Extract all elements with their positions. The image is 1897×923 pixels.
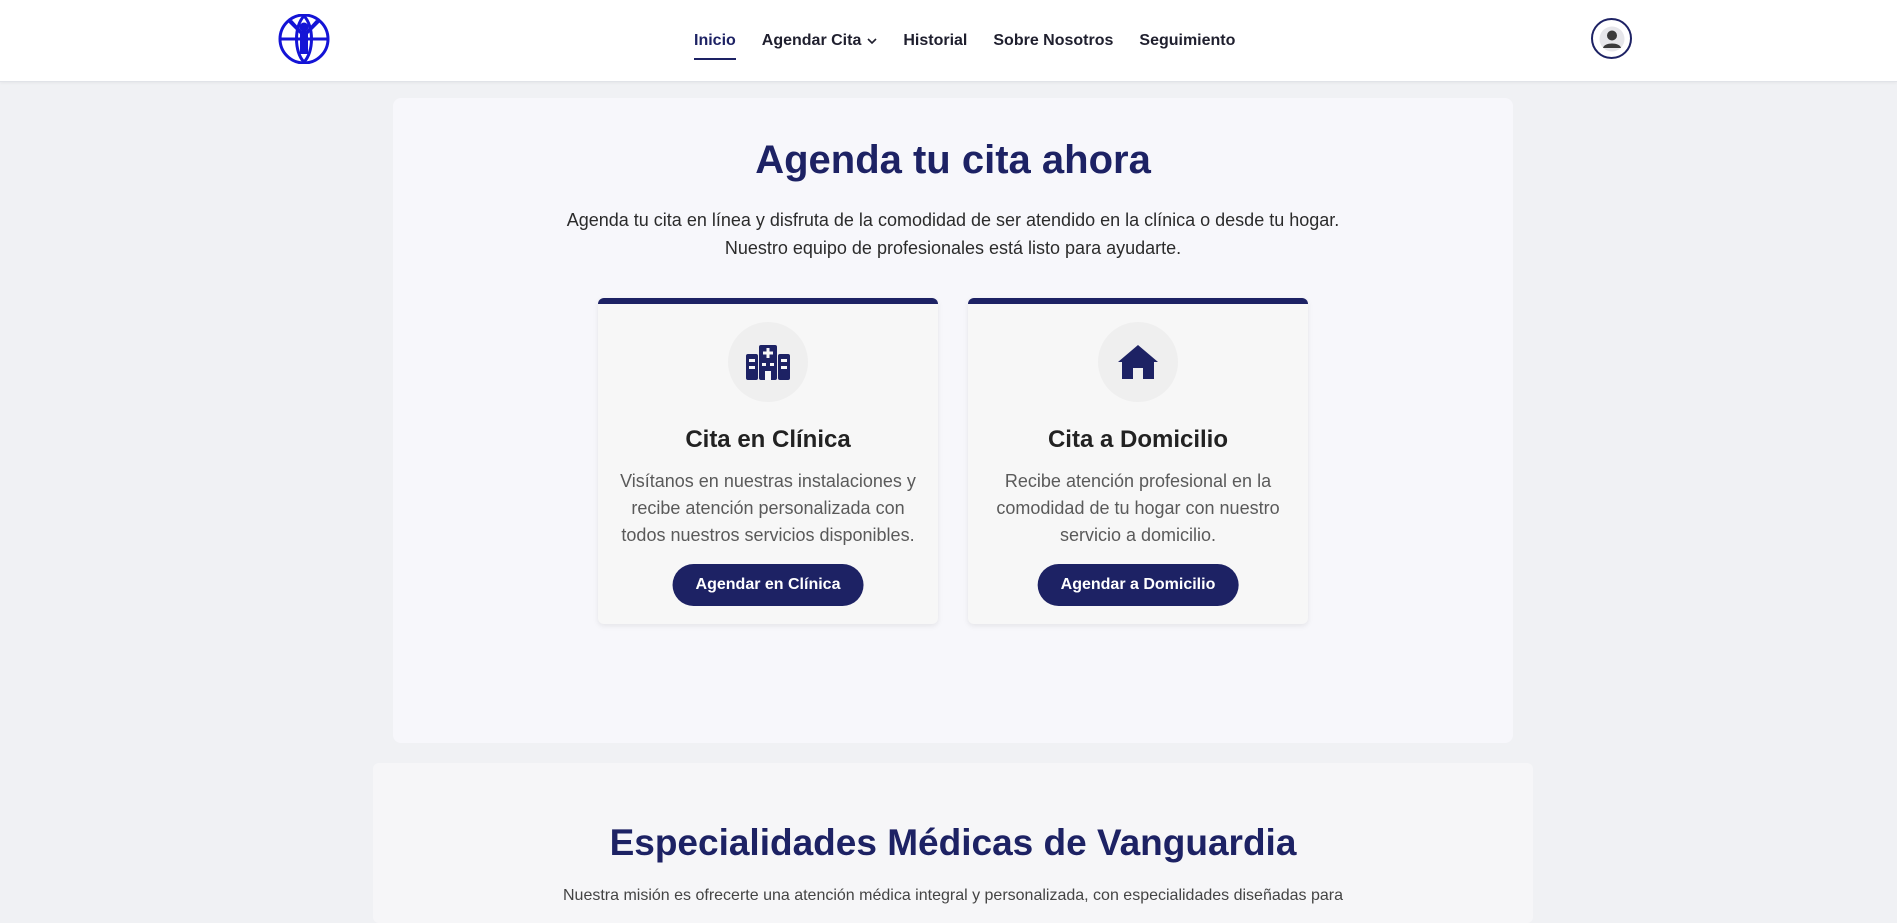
specialties-description: Nuestra misión es ofrecerte una atención…: [562, 887, 1343, 904]
schedule-home-button[interactable]: Agendar a Domicilio: [1037, 564, 1239, 606]
nav-item-inicio[interactable]: Inicio: [694, 26, 736, 60]
hero-description-line: Agenda tu cita en línea y disfruta de la…: [566, 210, 1340, 230]
nav-item-label: Seguimiento: [1139, 32, 1236, 49]
card-title: Cita a Domicilio: [1047, 426, 1229, 453]
clinic-appointment-card: Cita en Clínica Visítanos en nuestras in…: [598, 298, 938, 624]
hero-description: Agenda tu cita en línea y disfruta de la…: [393, 206, 1513, 262]
site-header: Inicio Agendar Cita Historial Sobre Noso…: [0, 0, 1897, 82]
specialties-title: Especialidades Médicas de Vanguardia: [609, 822, 1297, 863]
card-description: Visítanos en nuestras instalaciones y re…: [620, 471, 916, 545]
nav-item-label: Agendar Cita: [761, 32, 862, 49]
logo-icon[interactable]: [276, 13, 332, 65]
appointment-hero-section: Agenda tu cita ahora Agenda tu cita en l…: [393, 98, 1513, 743]
user-icon: [1599, 26, 1624, 51]
main-nav: Inicio Agendar Cita Historial Sobre Noso…: [694, 0, 1261, 82]
house-icon: [1098, 322, 1178, 402]
card-title: Cita en Clínica: [685, 426, 851, 453]
nav-item-historial[interactable]: Historial: [903, 26, 967, 56]
hospital-icon: [728, 322, 808, 402]
user-avatar-button[interactable]: [1591, 18, 1632, 59]
specialties-section: Especialidades Médicas de Vanguardia Nue…: [373, 763, 1533, 923]
nav-item-seguimiento[interactable]: Seguimiento: [1139, 26, 1235, 56]
nav-item-label: Sobre Nosotros: [993, 32, 1114, 49]
nav-item-sobre-nosotros[interactable]: Sobre Nosotros: [993, 26, 1113, 56]
nav-item-label: Historial: [903, 32, 968, 49]
hero-description-line: Nuestro equipo de profesionales está lis…: [724, 238, 1182, 258]
card-description: Recibe atención profesional en la comodi…: [996, 471, 1280, 545]
hero-title: Agenda tu cita ahora: [755, 138, 1151, 182]
nav-item-label: Inicio: [694, 32, 736, 49]
chevron-down-icon: [867, 38, 877, 45]
nav-item-agendar-cita[interactable]: Agendar Cita: [762, 26, 878, 56]
home-appointment-card: Cita a Domicilio Recibe atención profesi…: [968, 298, 1308, 624]
schedule-clinic-button[interactable]: Agendar en Clínica: [672, 564, 864, 606]
